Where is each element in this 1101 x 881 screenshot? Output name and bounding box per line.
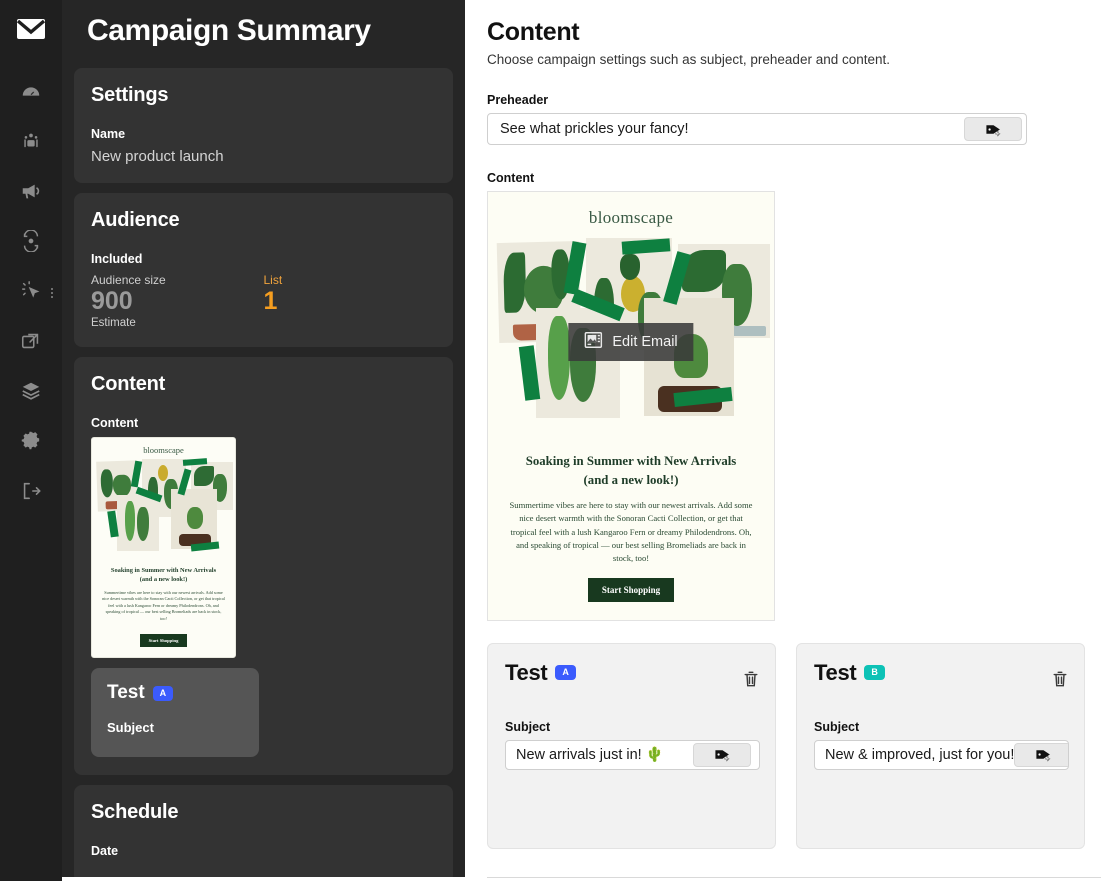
sidebar-item-interactions[interactable] bbox=[8, 268, 54, 318]
thumb-headline-2: (and a new look!) bbox=[139, 576, 188, 584]
edit-email-button[interactable]: Edit Email bbox=[568, 323, 694, 361]
settings-name-value: New product launch bbox=[91, 148, 224, 165]
preheader-field-row bbox=[487, 113, 1027, 145]
page-title: Campaign Summary bbox=[87, 14, 371, 47]
tag-plus-icon[interactable] bbox=[1014, 742, 1068, 767]
variant-b-trash-icon[interactable] bbox=[1052, 670, 1068, 693]
sidebar-item-dashboard[interactable] bbox=[8, 68, 54, 118]
thumb-collage bbox=[95, 457, 233, 559]
mail-logo-icon[interactable] bbox=[14, 12, 48, 46]
logout-icon bbox=[20, 480, 42, 507]
audience-stats: Audience size 900 Estimate List 1 bbox=[91, 273, 436, 329]
email-headline: Soaking in Summer with New Arrivals (and… bbox=[488, 452, 774, 489]
audience-size-caption: Audience size bbox=[91, 273, 166, 287]
schedule-heading: Schedule bbox=[91, 801, 179, 824]
sidebar-item-settings[interactable] bbox=[8, 418, 54, 468]
main-title: Content bbox=[487, 18, 580, 46]
audience-people-icon bbox=[20, 130, 42, 157]
variant-a-head: Test A bbox=[505, 660, 758, 686]
primary-icon-rail bbox=[0, 0, 62, 881]
email-body: Summertime vibes are here to stay with o… bbox=[509, 500, 753, 564]
preheader-label: Preheader bbox=[487, 93, 549, 107]
thumb-brand: bloomscape bbox=[143, 444, 184, 455]
content-step-pane: Content Choose campaign settings such as… bbox=[465, 0, 1101, 881]
thumb-photo-4 bbox=[117, 494, 159, 551]
thumb-cta-button[interactable]: Start Shopping bbox=[139, 634, 188, 648]
summary-variant-a-head: Test A bbox=[107, 682, 243, 704]
app-root: Campaign Summary Settings Name New produ… bbox=[0, 0, 1101, 881]
audience-size-stat: Audience size 900 Estimate bbox=[91, 273, 264, 329]
summary-variant-a[interactable]: Test A Subject bbox=[91, 668, 259, 758]
variant-a-subject-label: Subject bbox=[505, 719, 551, 734]
more-options-dots-icon[interactable] bbox=[51, 288, 53, 298]
audience-list-stat: List 1 bbox=[264, 273, 437, 329]
schedule-date-label: Date bbox=[91, 844, 119, 859]
email-cta-button[interactable]: Start Shopping bbox=[587, 577, 675, 602]
summary-card-settings: Settings Name New product launch bbox=[74, 68, 453, 183]
variant-a-subject-row bbox=[505, 739, 760, 770]
edit-email-label: Edit Email bbox=[612, 334, 678, 350]
variant-b-subject-row bbox=[814, 739, 1069, 770]
email-headline-line-1: Soaking in Summer with New Arrivals bbox=[525, 454, 737, 468]
variant-panels: Test A Subject Test B bbox=[487, 642, 1101, 849]
variant-a-title: Test bbox=[505, 659, 548, 685]
settings-name-label: Name bbox=[91, 127, 126, 141]
sidebar-item-pages[interactable] bbox=[8, 318, 54, 368]
email-preview[interactable]: bloomscape Edit Email Soaking in Summer … bbox=[487, 191, 775, 621]
email-brand: bloomscape bbox=[588, 208, 674, 227]
summary-variant-a-title: Test bbox=[107, 682, 145, 704]
main-description: Choose campaign settings such as subject… bbox=[487, 52, 891, 67]
preheader-input[interactable] bbox=[488, 114, 964, 144]
content-heading: Content bbox=[91, 372, 166, 395]
variant-b-badge: B bbox=[864, 665, 886, 681]
audience-heading: Audience bbox=[91, 209, 180, 231]
pages-export-icon bbox=[20, 330, 42, 357]
settings-heading: Settings bbox=[91, 84, 169, 106]
content-label: Content bbox=[487, 171, 535, 185]
layers-package-icon bbox=[20, 380, 42, 407]
audience-list-value: 1 bbox=[263, 287, 278, 315]
click-cursor-icon bbox=[20, 280, 42, 307]
thumb-cta-wrap: Start Shopping bbox=[92, 629, 235, 648]
variant-panel-a: Test A Subject bbox=[487, 642, 776, 849]
thumb-headline: Soaking in Summer with New Arrivals (and… bbox=[92, 566, 235, 585]
sidebar-item-audience[interactable] bbox=[8, 118, 54, 168]
summary-card-schedule: Schedule Date bbox=[74, 785, 453, 877]
variant-b-head: Test B bbox=[814, 660, 1067, 686]
summary-variant-a-badge: A bbox=[152, 685, 174, 701]
audience-list-caption: List bbox=[263, 273, 283, 287]
automation-gear-cycle-icon bbox=[20, 228, 42, 257]
dashboard-gauge-icon bbox=[20, 80, 42, 107]
email-headline-line-2: (and a new look!) bbox=[583, 472, 679, 487]
thumb-photo-5 bbox=[171, 488, 217, 549]
footer-divider bbox=[487, 876, 1101, 878]
campaign-summary-panel: Campaign Summary Settings Name New produ… bbox=[62, 0, 465, 877]
variant-a-trash-icon[interactable] bbox=[743, 670, 759, 693]
thumb-headline-1: Soaking in Summer with New Arrivals bbox=[110, 566, 217, 574]
variant-panel-b: Test B Subject bbox=[796, 642, 1085, 849]
audience-included-label: Included bbox=[91, 252, 143, 266]
variant-a-badge: A bbox=[555, 665, 577, 681]
tag-plus-icon[interactable] bbox=[693, 742, 751, 767]
sidebar-item-products[interactable] bbox=[8, 368, 54, 418]
sidebar-item-campaigns[interactable] bbox=[8, 168, 54, 218]
content-thumb-label: Content bbox=[91, 415, 139, 430]
audience-size-value: 900 bbox=[91, 287, 133, 315]
image-edit-icon bbox=[584, 332, 603, 352]
gear-settings-icon bbox=[20, 430, 42, 457]
email-thumbnail[interactable]: bloomscape Soaking in Summer with New Ar… bbox=[91, 436, 236, 659]
thumb-body: Summertime vibes are here to stay with o… bbox=[102, 589, 225, 621]
summary-card-audience: Audience Included Audience size 900 Esti… bbox=[74, 193, 453, 347]
audience-size-sub: Estimate bbox=[91, 316, 136, 329]
variant-b-subject-label: Subject bbox=[814, 719, 860, 734]
variant-b-title: Test bbox=[814, 659, 857, 685]
sidebar-item-automations[interactable] bbox=[8, 218, 54, 268]
email-collage: Edit Email bbox=[492, 238, 770, 438]
tag-plus-icon[interactable] bbox=[964, 117, 1022, 141]
summary-variant-a-subject-label: Subject bbox=[107, 720, 154, 736]
sidebar-item-logout[interactable] bbox=[8, 468, 54, 518]
megaphone-campaign-icon bbox=[20, 180, 42, 207]
summary-card-content: Content Content bloomscape Soaking in Su… bbox=[74, 356, 453, 776]
